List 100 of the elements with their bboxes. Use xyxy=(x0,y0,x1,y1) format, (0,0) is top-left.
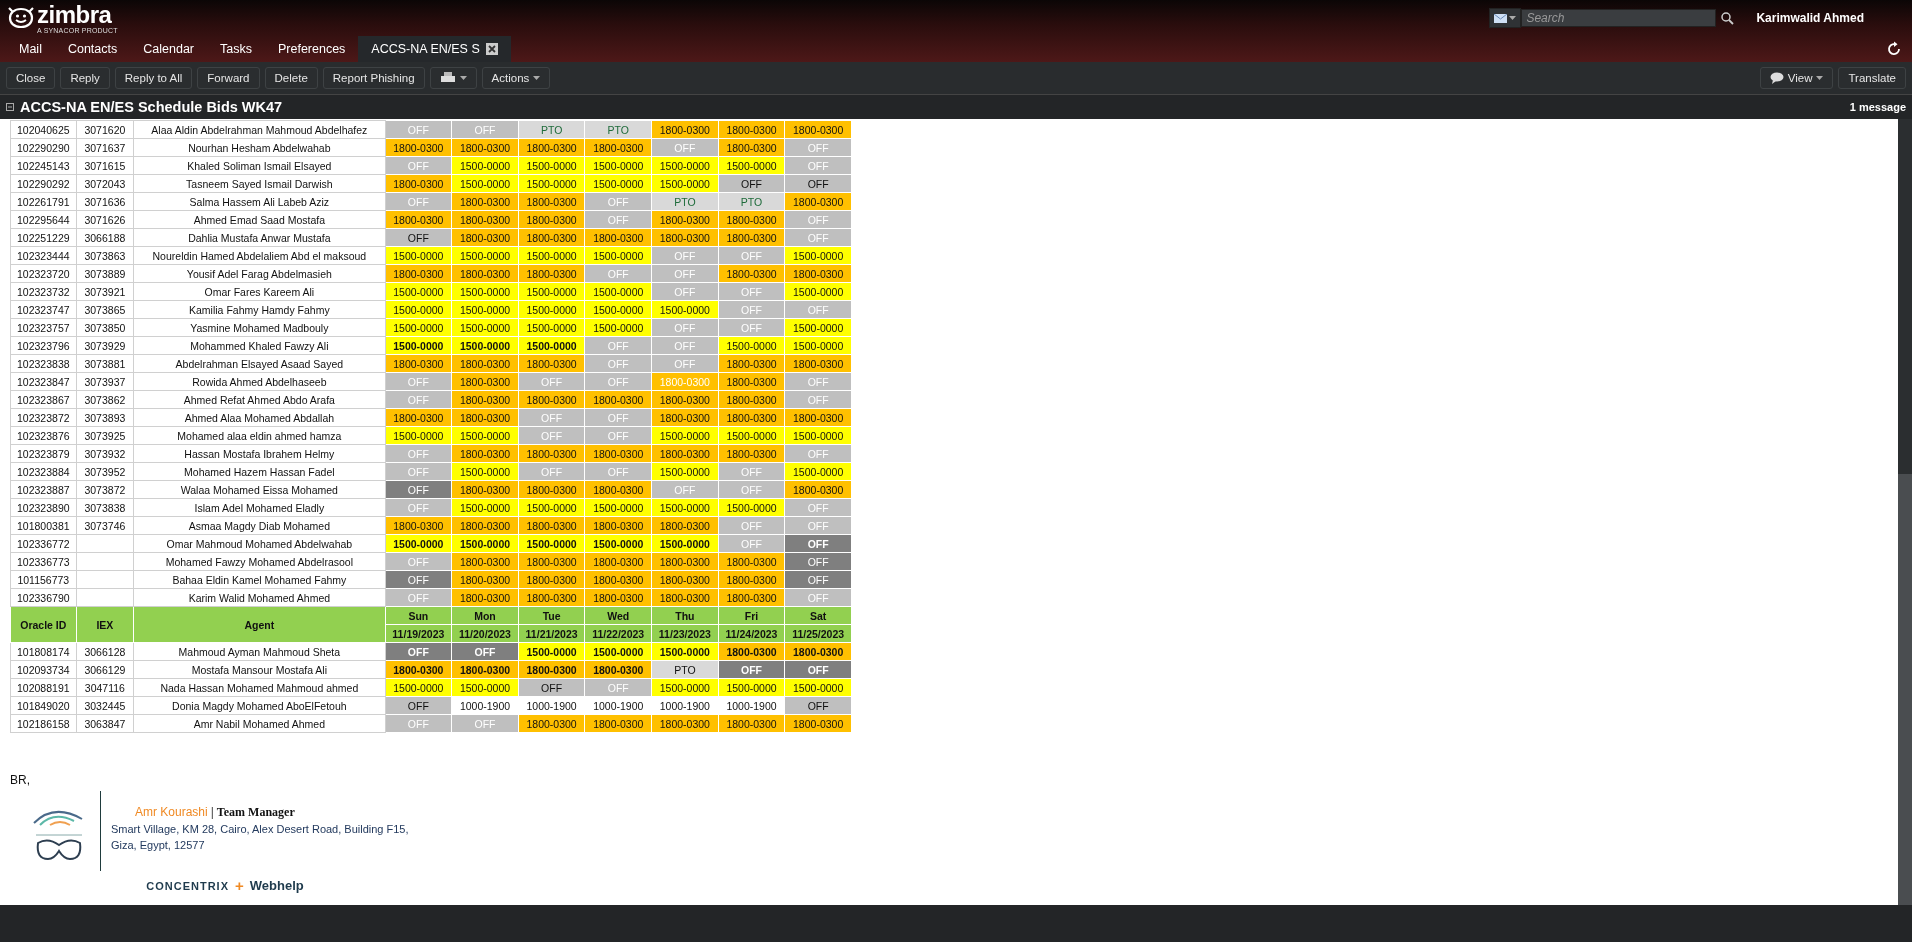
plus-sign: + xyxy=(235,877,244,894)
oracle-id-cell: 102186158 xyxy=(10,714,77,733)
oracle-id-cell: 102323838 xyxy=(10,354,77,373)
search-field[interactable]: Search xyxy=(1521,9,1717,27)
oracle-id-cell: 101156773 xyxy=(10,570,77,589)
iex-cell: 3073872 xyxy=(76,480,134,499)
agent-cell: Islam Adel Mohamed Eladly xyxy=(133,498,386,517)
iex-cell: 3066128 xyxy=(76,642,134,661)
agent-cell: Hassan Mostafa Ibrahem Helmy xyxy=(133,444,386,463)
app-tab[interactable]: Calendar xyxy=(130,36,207,62)
oracle-id-cell: 102088191 xyxy=(10,678,77,697)
agent-cell: Mohamed Hazem Hassan Fadel xyxy=(133,462,386,481)
caret-icon xyxy=(459,76,467,80)
signature-separator: | xyxy=(210,805,214,819)
iex-cell: 3063847 xyxy=(76,714,134,733)
collapse-icon[interactable] xyxy=(6,103,14,111)
speech-bubble-icon xyxy=(1769,72,1784,84)
toolbar-button[interactable]: Translate xyxy=(1838,67,1906,89)
iex-cell: 3047116 xyxy=(76,678,134,697)
brand-text: CONCENTRIX xyxy=(146,879,229,892)
search-icon[interactable] xyxy=(1720,11,1735,25)
app-tab[interactable]: ACCS-NA EN/ES S xyxy=(358,36,511,62)
oracle-id-cell: 102323796 xyxy=(10,336,77,355)
caret-icon xyxy=(533,76,541,80)
iex-cell xyxy=(76,570,134,589)
toolbar-button[interactable]: View xyxy=(1759,67,1834,89)
iex-cell: 3073863 xyxy=(76,246,134,265)
app-tab[interactable]: Preferences xyxy=(264,36,359,62)
oracle-id-cell: 102336772 xyxy=(10,534,77,553)
partner-text: Webhelp xyxy=(249,878,304,893)
shift-cell: 1800-0300 xyxy=(718,120,785,139)
oracle-id-cell: 102295644 xyxy=(10,210,77,229)
oracle-id-cell: 101800381 xyxy=(10,516,77,535)
oracle-id-cell: 102290290 xyxy=(10,138,77,157)
toolbar-button[interactable]: Close xyxy=(6,67,56,89)
shift-cell: PTO xyxy=(518,120,585,139)
iex-cell: 3073952 xyxy=(76,462,134,481)
agent-cell: Salma Hassem Ali Labeb Aziz xyxy=(133,192,386,211)
agent-cell: Abdelrahman Elsayed Asaad Sayed xyxy=(133,354,386,373)
closing-text: BR, xyxy=(10,773,31,787)
signature-title: Team Manager xyxy=(216,805,295,820)
scrollbar[interactable] xyxy=(1898,119,1912,905)
agent-cell: Donia Magdy Mohamed AboElFetouh xyxy=(133,696,386,715)
agent-cell: Karim Walid Mohamed Ahmed xyxy=(133,588,386,607)
iex-cell: 3071620 xyxy=(76,120,134,139)
toolbar-button[interactable]: Reply xyxy=(60,67,110,89)
iex-cell: 3071637 xyxy=(76,138,134,157)
app-tab[interactable]: Mail xyxy=(6,36,55,62)
iex-cell: 3073932 xyxy=(76,444,134,463)
close-icon[interactable] xyxy=(485,43,498,55)
column-header: IEX xyxy=(76,606,134,643)
oracle-id-cell: 102323876 xyxy=(10,426,77,445)
agent-cell: Yasmine Mohamed Madbouly xyxy=(133,318,386,337)
toolbar-button[interactable]: Reply to All xyxy=(114,67,193,89)
oracle-id-cell: 102251229 xyxy=(10,228,77,247)
iex-cell: 3073746 xyxy=(76,516,134,535)
iex-cell xyxy=(76,534,134,553)
iex-cell xyxy=(76,552,134,571)
agent-cell: Bahaa Eldin Kamel Mohamed Fahmy xyxy=(133,570,386,589)
toolbar-button[interactable]: Forward xyxy=(197,67,260,89)
oracle-id-cell: 102290292 xyxy=(10,174,77,193)
iex-cell: 3073862 xyxy=(76,390,134,409)
iex-cell: 3066129 xyxy=(76,660,134,679)
toolbar-button[interactable]: Report Phishing xyxy=(322,67,425,89)
iex-cell: 3073881 xyxy=(76,354,134,373)
iex-cell: 3072043 xyxy=(76,174,134,193)
iex-cell: 3073889 xyxy=(76,264,134,283)
agent-cell: Ahmed Alaa Mohamed Abdallah xyxy=(133,408,386,427)
app-tab[interactable]: Contacts xyxy=(54,36,131,62)
shift-cell: OFF xyxy=(451,120,519,139)
iex-cell: 3071626 xyxy=(76,210,134,229)
iex-cell xyxy=(76,588,134,607)
agent-cell: Khaled Soliman Ismail Elsayed xyxy=(133,156,386,175)
iex-cell: 3073838 xyxy=(76,498,134,517)
logo-text: zimbra xyxy=(37,2,113,27)
shift-cell: PTO xyxy=(584,120,652,139)
iex-cell: 3073921 xyxy=(76,282,134,301)
agent-cell: Mohamed alaa eldin ahmed hamza xyxy=(133,426,386,445)
agent-cell: Ahmed Emad Saad Mostafa xyxy=(133,210,386,229)
envelope-icon xyxy=(1494,13,1508,23)
oracle-id-cell: 102323872 xyxy=(10,408,77,427)
toolbar-button[interactable]: Actions xyxy=(481,67,551,89)
oracle-id-cell: 102323867 xyxy=(10,390,77,409)
agent-cell: Amr Nabil Mohamed Ahmed xyxy=(133,714,386,733)
print-button[interactable] xyxy=(429,67,477,89)
oracle-id-cell: 102323720 xyxy=(10,264,77,283)
search-type-dropdown[interactable] xyxy=(1489,8,1522,28)
signature-name: Amr Kourashi xyxy=(135,805,208,819)
agent-cell: Mahmoud Ayman Mahmoud Sheta xyxy=(133,642,386,661)
oracle-id-cell: 102040625 xyxy=(10,120,77,139)
iex-cell: 3073893 xyxy=(76,408,134,427)
refresh-icon[interactable] xyxy=(1886,41,1902,57)
app-tab[interactable]: Tasks xyxy=(207,36,265,62)
user-name[interactable]: Karimwalid Ahmed xyxy=(1756,11,1864,25)
agent-cell: Asmaa Magdy Diab Mohamed xyxy=(133,516,386,535)
agent-cell: Nada Hassan Mohamed Mahmoud ahmed xyxy=(133,678,386,697)
toolbar-button[interactable]: Delete xyxy=(264,67,318,89)
agent-cell: Tasneem Sayed Ismail Darwish xyxy=(133,174,386,193)
column-header: Oracle ID xyxy=(10,606,77,643)
iex-cell: 3066188 xyxy=(76,228,134,247)
